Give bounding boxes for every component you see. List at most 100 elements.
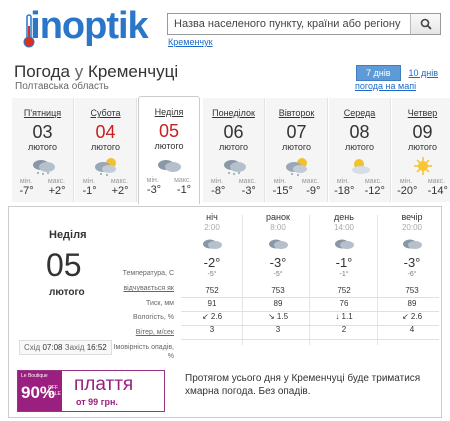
period-feels: -1° xyxy=(339,271,349,278)
max-temp: +2° xyxy=(48,185,66,197)
period-name: вечір xyxy=(401,212,423,222)
ad-off: OFF SALE xyxy=(48,385,61,397)
day-name: Неділя xyxy=(154,107,184,117)
day-number: 06 xyxy=(223,122,244,142)
period-time: 2:00 xyxy=(204,223,220,232)
day-month: лютого xyxy=(345,142,374,152)
seven-days-button[interactable]: 7 днів xyxy=(356,65,401,81)
ad-banner[interactable]: Le Boutique 90% OFF SALE плаття от 99 грн… xyxy=(17,370,165,412)
period-column: ранок 8:00 -3° -5° 753 89 ↘ 1.5 3 xyxy=(247,212,309,336)
period-column: день 14:00 -1° -1° 752 76 ↓ 1.1 2 xyxy=(313,212,375,336)
day-number: 03 xyxy=(32,122,53,142)
row-label-wind[interactable]: Вітер, м/сек xyxy=(109,328,174,337)
search-hint-link[interactable]: Кременчук xyxy=(168,37,213,47)
min-max-labels: мін. макс. xyxy=(82,178,129,185)
max-temp: -9° xyxy=(306,185,321,197)
sunrise-sunset: Схід 07:08 Захід 16:52 xyxy=(19,340,112,355)
min-temp: -15° xyxy=(272,185,293,197)
min-temp: -3° xyxy=(146,184,162,196)
search-button[interactable] xyxy=(410,14,440,34)
cloudy-icon xyxy=(158,160,181,172)
row-label-precip: Імовірність опадів, % xyxy=(113,344,174,360)
wind-direction-icon: ↙ xyxy=(401,312,409,321)
day-name: Субота xyxy=(90,108,121,118)
thermometer-icon xyxy=(23,14,35,48)
period-time: 14:00 xyxy=(333,223,355,232)
period-temp: -1° xyxy=(335,255,353,270)
day-name: Середа xyxy=(343,108,376,118)
min-max-labels: мін. макс. xyxy=(336,178,383,185)
wind-direction-icon: ↓ xyxy=(335,312,340,321)
days-toggle: 7 днів 10 днів xyxy=(356,65,438,81)
detail-date: Неділя 05 лютого Схід 07:08 Захід 16:52 xyxy=(9,207,117,357)
period-humidity: 89 xyxy=(273,299,283,308)
day-month: лютого xyxy=(282,142,311,152)
day-tab[interactable]: Середа 08 лютого мін. макс. -18° -12° xyxy=(329,98,391,202)
period-feels: -6° xyxy=(407,271,417,278)
detail-day-number: 05 xyxy=(46,247,82,283)
day-tab[interactable]: П'ятниця 03 лютого мін. макс. -7° +2° xyxy=(12,98,74,202)
period-column: вечір 20:00 -3° -6° 753 89 ↙ 2.6 4 xyxy=(381,212,443,336)
min-max-temps: -1° +2° xyxy=(75,185,136,197)
detail-day-name: Неділя xyxy=(49,229,87,241)
min-max-labels: мін. макс. xyxy=(19,178,66,185)
period-temp: -3° xyxy=(403,255,421,270)
day-tab[interactable]: Вівторок 07 лютого мін. макс. -15° -9° xyxy=(266,98,328,202)
ad-badge: Le Boutique 90% OFF SALE xyxy=(18,371,62,411)
title-prefix: Погода xyxy=(14,62,70,81)
day-detail-panel: Неділя 05 лютого Схід 07:08 Захід 16:52 … xyxy=(8,206,442,418)
ten-days-link[interactable]: 10 днів xyxy=(409,68,439,78)
wind-direction-icon: ↘ xyxy=(267,312,275,321)
day-tab[interactable]: Понеділок 06 лютого мін. макс. -8° -3° xyxy=(203,98,265,202)
sun-cloud-icon xyxy=(351,159,370,174)
day-tab[interactable]: Четвер 09 лютого мін. макс. -20° -14° xyxy=(392,98,450,202)
period-pressure: 752 xyxy=(337,286,351,295)
day-tab[interactable]: Субота 04 лютого мін. макс. -1° +2° xyxy=(75,98,137,202)
min-max-temps: -15° -9° xyxy=(266,185,327,197)
day-number: 04 xyxy=(95,122,116,142)
min-max-temps: -3° -1° xyxy=(139,184,199,196)
min-max-temps: -20° -14° xyxy=(392,185,450,197)
region-label: Полтавська область xyxy=(15,81,109,92)
day-name: Понеділок xyxy=(212,108,255,118)
period-temp: -3° xyxy=(269,255,287,270)
day-tab[interactable]: Неділя 05 лютого мін. макс. -3° -1° xyxy=(138,96,200,204)
period-feels: -5° xyxy=(207,271,217,278)
min-temp: -7° xyxy=(19,185,34,197)
sunrise-time: 07:08 xyxy=(42,343,63,352)
sunset-label: Захід xyxy=(64,343,85,352)
period-name: ніч xyxy=(206,212,218,222)
title-city: Кременчуці xyxy=(87,62,179,81)
min-max-labels: мін. макс. xyxy=(210,178,257,185)
sun-icon xyxy=(413,157,432,175)
period-name: ранок xyxy=(266,212,290,222)
cloudy-snow-icon xyxy=(223,160,246,175)
row-label-feels[interactable]: відчувається як xyxy=(109,284,174,293)
row-divider xyxy=(181,339,439,340)
weather-map-link[interactable]: погода на мапі xyxy=(355,81,416,91)
period-humidity: 89 xyxy=(407,299,417,308)
sinoptik-logo[interactable]: sinoptik xyxy=(10,6,149,48)
day-month: лютого xyxy=(408,142,437,152)
min-temp: -8° xyxy=(211,185,226,197)
min-max-labels: мін. макс. xyxy=(399,178,446,185)
cloudy-icon xyxy=(335,239,354,249)
period-time: 8:00 xyxy=(270,223,286,232)
day-name: Четвер xyxy=(407,108,438,118)
min-max-temps: -8° -3° xyxy=(203,185,264,197)
search-input[interactable] xyxy=(168,14,410,34)
day-description: Протягом усього дня у Кременчуці буде тр… xyxy=(185,373,421,397)
day-month: лютого xyxy=(154,141,184,151)
min-max-temps: -18° -12° xyxy=(329,185,390,197)
cloudy-snow-icon xyxy=(32,160,55,175)
min-max-temps: -7° +2° xyxy=(12,185,73,197)
sun-cloud-snow-icon xyxy=(285,158,307,176)
day-number: 08 xyxy=(349,122,370,142)
max-temp: -12° xyxy=(364,185,385,197)
cloudy-icon xyxy=(403,239,422,249)
cloudy-icon xyxy=(269,239,288,249)
period-name: день xyxy=(334,212,354,222)
day-month: лютого xyxy=(28,142,57,152)
wind-direction-icon: ↙ xyxy=(201,312,209,321)
row-divider xyxy=(181,297,439,298)
